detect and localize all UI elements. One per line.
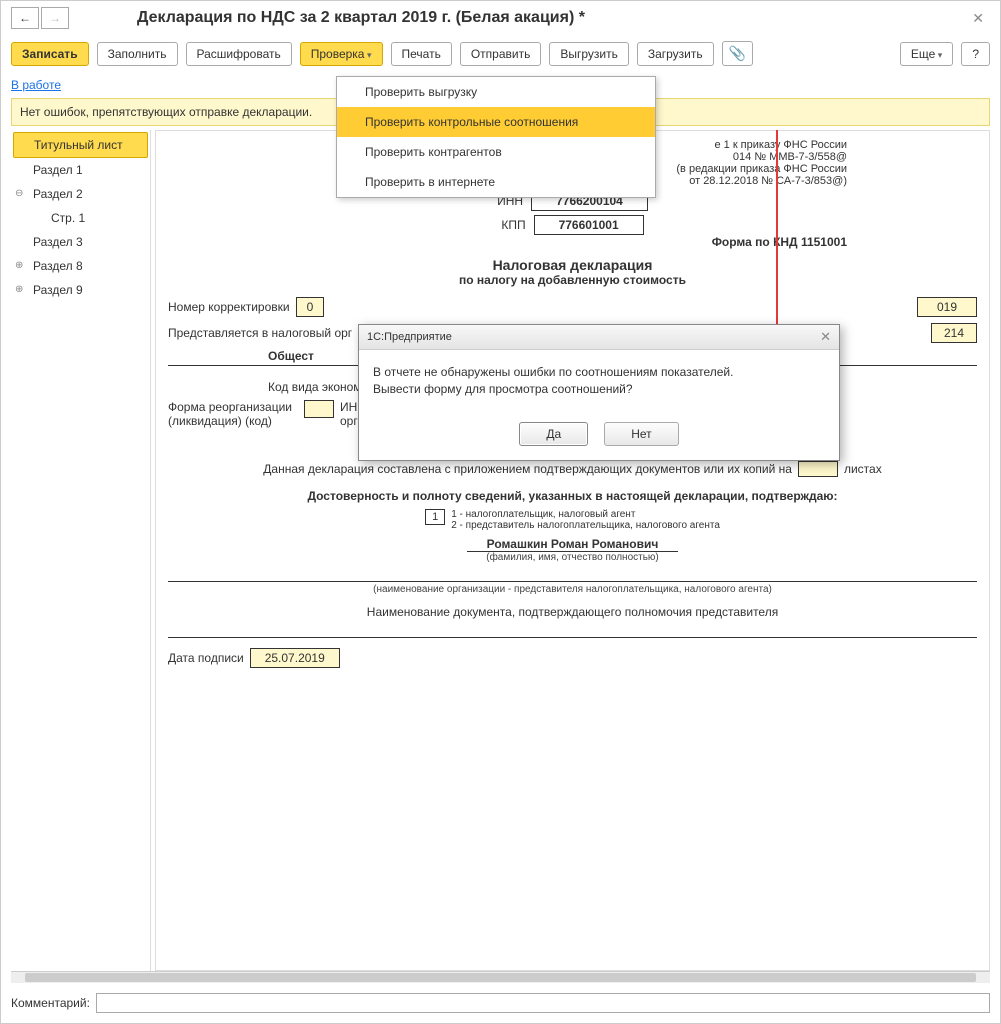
kpp-value[interactable]: 776601001 [534, 215, 644, 235]
section-tree: Титульный лист Раздел 1 ⊖Раздел 2 Стр. 1… [11, 130, 151, 971]
reorg-form-value[interactable] [304, 400, 334, 418]
send-button[interactable]: Отправить [460, 42, 542, 66]
confirm-dialog: 1С:Предприятие ✕ В отчете не обнаружены … [358, 324, 840, 461]
fio-hint: (фамилия, имя, отчество полностью) [168, 552, 977, 563]
check-button[interactable]: Проверка [300, 42, 383, 66]
sign-date-value[interactable]: 25.07.2019 [250, 648, 340, 668]
menu-item-check-internet[interactable]: Проверить в интернете [337, 167, 655, 197]
comment-label: Комментарий: [11, 996, 90, 1010]
sidebar-item-section-9[interactable]: ⊕Раздел 9 [11, 278, 150, 302]
confirm-header: Достоверность и полноту сведений, указан… [168, 489, 977, 503]
confirm-option-2: 2 - представитель налогоплательщика, нал… [451, 520, 720, 531]
comment-input[interactable] [96, 993, 990, 1013]
export-button[interactable]: Выгрузить [549, 42, 629, 66]
signer-fio[interactable]: Ромашкин Роман Романович [467, 537, 679, 552]
dialog-text-line1: В отчете не обнаружены ошибки по соотнош… [373, 364, 825, 381]
sidebar-item-page-1[interactable]: Стр. 1 [11, 206, 150, 230]
close-icon[interactable]: ✕ [966, 8, 990, 29]
sidebar-item-section-2[interactable]: ⊖Раздел 2 [11, 182, 150, 206]
menu-item-check-ratios[interactable]: Проверить контрольные соотношения [337, 107, 655, 137]
confirm-type-value[interactable]: 1 [425, 509, 445, 525]
dialog-yes-button[interactable]: Да [519, 422, 588, 446]
year-value[interactable]: 019 [917, 297, 977, 317]
sidebar-item-section-8[interactable]: ⊕Раздел 8 [11, 254, 150, 278]
dialog-close-icon[interactable]: ✕ [820, 329, 831, 345]
sidebar-item-title-page[interactable]: Титульный лист [13, 132, 148, 158]
organization-label: Общест [268, 349, 314, 363]
correction-number-value[interactable]: 0 [296, 297, 325, 317]
tree-collapse-icon[interactable]: ⊖ [15, 188, 23, 199]
tree-expand-icon[interactable]: ⊕ [15, 260, 23, 271]
confirm-option-1: 1 - налогоплательщик, налоговый агент [451, 509, 720, 520]
decode-button[interactable]: Расшифровать [186, 42, 292, 66]
window-title: Декларация по НДС за 2 квартал 2019 г. (… [77, 9, 585, 27]
more-button[interactable]: Еще [900, 42, 953, 66]
check-dropdown-menu: Проверить выгрузку Проверить контрольные… [336, 76, 656, 198]
nav-forward-button[interactable]: → [41, 7, 69, 29]
sidebar-item-section-1[interactable]: Раздел 1 [11, 158, 150, 182]
print-button[interactable]: Печать [391, 42, 452, 66]
tree-expand-icon[interactable]: ⊕ [15, 284, 23, 295]
nav-back-button[interactable]: ← [11, 7, 39, 29]
sign-date-label: Дата подписи [168, 651, 244, 665]
attach-icon[interactable]: 📎 [722, 41, 753, 66]
dialog-text-line2: Вывести форму для просмотра соотношений? [373, 381, 825, 398]
save-button[interactable]: Записать [11, 42, 89, 66]
help-button[interactable]: ? [961, 42, 990, 66]
dialog-title: 1С:Предприятие [367, 331, 452, 343]
reorg-form-label: Форма реорганизации (ликвидация) (код) [168, 400, 298, 428]
horizontal-scrollbar[interactable] [11, 971, 990, 983]
submit-to-label: Представляется в налоговый орг [168, 326, 352, 340]
kpp-label: КПП [501, 218, 525, 232]
rep-org-hint: (наименование организации - представител… [168, 584, 977, 595]
tax-code-value[interactable]: 214 [931, 323, 977, 343]
menu-item-check-export[interactable]: Проверить выгрузку [337, 77, 655, 107]
attach-pages-value[interactable] [798, 461, 838, 477]
document-area: е 1 к приказу ФНС России 014 № ММВ-7-3/5… [155, 130, 990, 971]
doc-title: Налоговая декларация [168, 257, 977, 273]
correction-number-label: Номер корректировки [168, 300, 290, 314]
fill-button[interactable]: Заполнить [97, 42, 178, 66]
menu-item-check-counterparties[interactable]: Проверить контрагентов [337, 137, 655, 167]
attach-text-post: листах [844, 462, 882, 476]
doc-subtitle: по налогу на добавленную стоимость [168, 273, 977, 287]
sidebar-item-section-3[interactable]: Раздел 3 [11, 230, 150, 254]
attach-text-pre: Данная декларация составлена с приложени… [263, 462, 792, 476]
import-button[interactable]: Загрузить [637, 42, 714, 66]
form-knd: Форма по КНД 1151001 [168, 235, 977, 249]
rep-doc-name: Наименование документа, подтверждающего … [168, 605, 977, 619]
dialog-no-button[interactable]: Нет [604, 422, 678, 446]
